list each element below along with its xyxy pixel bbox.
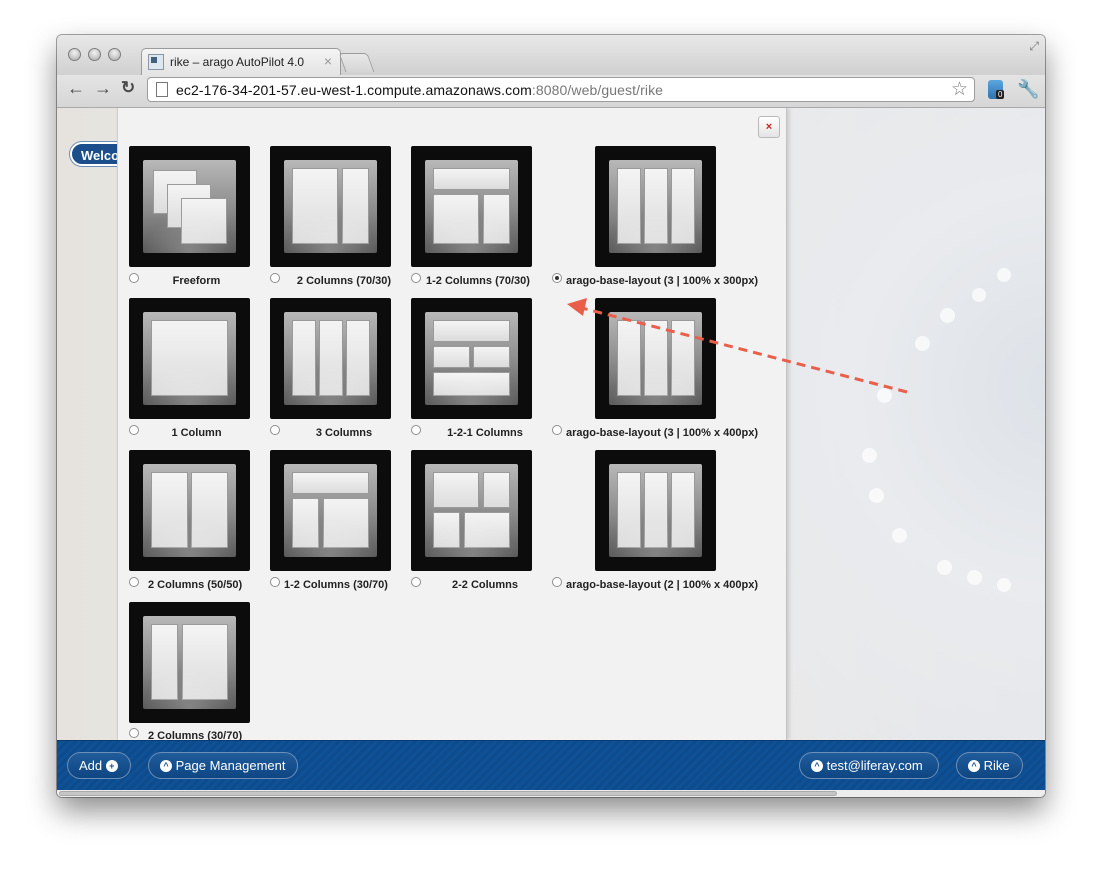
bottom-dock: Add + ^ Page Management ^ test@liferay.c…: [57, 740, 1045, 791]
extension-badge: 0: [996, 90, 1005, 99]
browser-toolbar: ← → ↻ ec2-176-34-201-57.eu-west-1.comput…: [57, 75, 1045, 108]
close-window-button[interactable]: [68, 48, 81, 61]
browser-tab[interactable]: rike – arago AutoPilot 4.0 ×: [141, 48, 341, 75]
horizontal-scrollbar[interactable]: [57, 790, 1045, 797]
chevron-up-icon: ^: [811, 759, 823, 772]
page-management-label: Page Management: [175, 758, 286, 773]
chevron-up-icon: ^: [968, 759, 980, 772]
url-text[interactable]: ec2-176-34-201-57.eu-west-1.compute.amaz…: [176, 82, 663, 98]
favicon-icon: [148, 54, 164, 70]
add-button[interactable]: Add +: [67, 752, 131, 779]
user-menu-button[interactable]: ^ test@liferay.com: [799, 752, 939, 779]
tab-title: rike – arago AutoPilot 4.0: [170, 55, 305, 69]
url-path: :8080/web/guest/rike: [531, 82, 664, 98]
scrollbar-thumb[interactable]: [59, 791, 837, 796]
chevron-up-icon: ^: [160, 759, 172, 772]
annotation-arrow: [567, 298, 908, 394]
plus-icon: +: [105, 759, 118, 772]
zoom-window-button[interactable]: [108, 48, 121, 61]
page-viewport: Welcome × Freeform 2 Columns (70/30) 1-2…: [57, 108, 1045, 797]
address-bar[interactable]: ec2-176-34-201-57.eu-west-1.compute.amaz…: [147, 77, 975, 102]
title-bar: rike – arago AutoPilot 4.0 × ⤢: [57, 35, 1045, 75]
user-label: test@liferay.com: [826, 758, 923, 773]
bookmark-star-icon[interactable]: ☆: [951, 78, 968, 101]
forward-icon[interactable]: →: [94, 78, 112, 99]
add-label: Add: [79, 758, 103, 773]
fullscreen-icon[interactable]: ⤢: [1029, 39, 1039, 54]
site-label: Rike: [983, 758, 1010, 773]
reload-icon[interactable]: ↻: [121, 78, 135, 98]
tab-close-icon[interactable]: ×: [324, 53, 332, 69]
new-tab-button[interactable]: [338, 53, 375, 72]
browser-window: rike – arago AutoPilot 4.0 × ⤢ ← → ↻ ec2…: [57, 35, 1045, 797]
wrench-icon[interactable]: 🔧: [1017, 79, 1039, 100]
page-management-button[interactable]: ^ Page Management: [148, 752, 298, 779]
site-menu-button[interactable]: ^ Rike: [956, 752, 1023, 779]
minimize-window-button[interactable]: [88, 48, 101, 61]
page-icon: [156, 82, 168, 97]
back-icon[interactable]: ←: [67, 78, 85, 99]
url-host: ec2-176-34-201-57.eu-west-1.compute.amaz…: [176, 82, 532, 98]
